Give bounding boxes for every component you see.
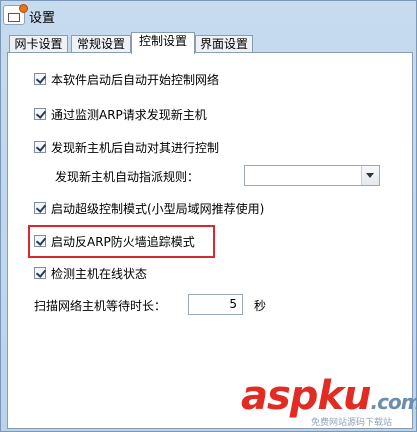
option-anti-arp-firewall[interactable]: 启动反ARP防火墙追踪模式 — [34, 232, 195, 250]
option-label: 发现新主机后自动对其进行控制 — [51, 140, 220, 155]
option-control-new-host[interactable]: 发现新主机后自动对其进行控制 — [34, 138, 219, 156]
scan-wait-input[interactable]: 5 — [188, 294, 243, 315]
tab-nic-settings[interactable]: 网卡设置 — [9, 35, 68, 52]
option-label: 检测主机在线状态 — [51, 266, 148, 281]
option-arp-discover[interactable]: 通过监测ARP请求发现新主机 — [34, 105, 207, 123]
watermark: aspku.com 免费网站源码下载站 — [241, 373, 417, 429]
checkbox-super-mode[interactable] — [34, 202, 46, 214]
assign-rule-label: 发现新主机自动指派规则： — [55, 170, 200, 184]
option-label: 启动反ARP防火墙追踪模式 — [51, 234, 195, 249]
watermark-logo: aspku.com — [241, 373, 417, 419]
option-detect-online[interactable]: 检测主机在线状态 — [34, 264, 147, 282]
option-label: 通过监测ARP请求发现新主机 — [51, 107, 207, 122]
checkbox-detect-online[interactable] — [34, 267, 46, 279]
settings-window: 设置 网卡设置 常规设置 控制设置 界面设置 本软件启动后自动开始控制网络 通过… — [0, 0, 417, 432]
checkbox-anti-arp-firewall[interactable] — [34, 235, 46, 247]
checkbox-auto-control[interactable] — [34, 73, 46, 85]
checkbox-arp-discover[interactable] — [34, 108, 46, 120]
app-icon — [3, 4, 28, 25]
chevron-down-icon[interactable] — [361, 166, 379, 185]
option-super-mode[interactable]: 启动超级控制模式(小型局域网推荐使用) — [34, 199, 264, 217]
option-label: 本软件启动后自动开始控制网络 — [51, 72, 220, 87]
tab-interface-settings[interactable]: 界面设置 — [195, 35, 253, 52]
tab-control-settings[interactable]: 控制设置 — [131, 32, 195, 54]
checkbox-control-new-host[interactable] — [34, 141, 46, 153]
window-title: 设置 — [29, 11, 56, 26]
scan-wait-unit: 秒 — [254, 299, 267, 313]
assign-rule-select[interactable] — [244, 165, 380, 186]
title-bar[interactable]: 设置 — [1, 1, 416, 29]
watermark-subtitle: 免费网站源码下载站 — [311, 418, 393, 428]
option-label: 启动超级控制模式(小型局域网推荐使用) — [51, 201, 265, 216]
tab-general-settings[interactable]: 常规设置 — [71, 35, 131, 52]
scan-wait-label: 扫描网络主机等待时长： — [34, 299, 167, 313]
option-auto-control[interactable]: 本软件启动后自动开始控制网络 — [34, 70, 219, 88]
